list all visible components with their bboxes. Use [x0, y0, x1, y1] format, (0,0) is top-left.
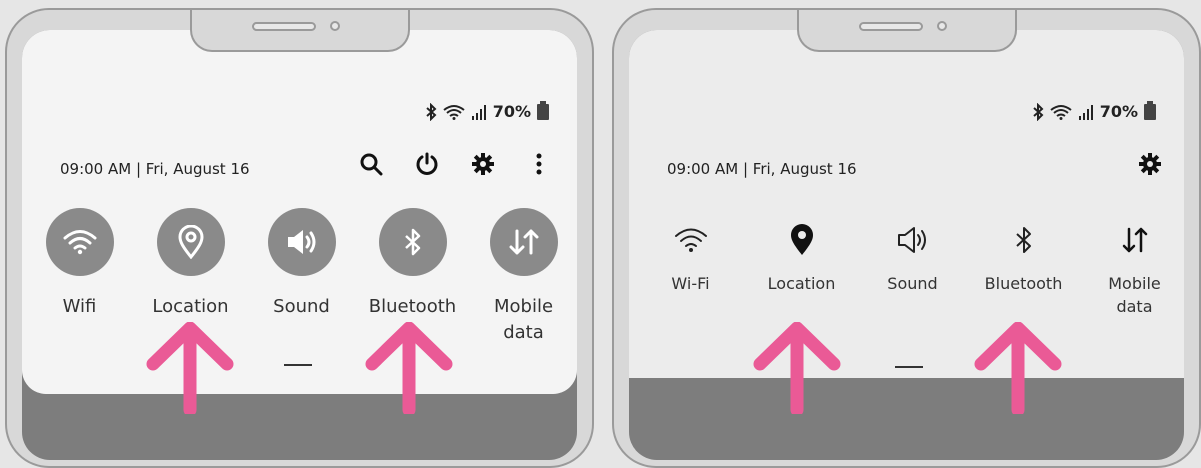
bluetooth-icon: [1032, 102, 1044, 121]
drag-handle[interactable]: [895, 366, 923, 368]
highlight-arrow-up-icon: [974, 322, 1062, 414]
tile-wifi[interactable]: Wi-Fi: [635, 220, 746, 318]
mobile-data-icon[interactable]: [1115, 220, 1155, 260]
tile-mobile-data[interactable]: Mobile data: [468, 208, 577, 346]
tile-label: Sound: [887, 274, 938, 293]
tile-wifi[interactable]: Wifi: [24, 208, 135, 346]
gear-icon[interactable]: [469, 150, 497, 178]
bluetooth-icon[interactable]: [1004, 220, 1044, 260]
wifi-icon: [443, 104, 465, 120]
more-vertical-icon[interactable]: [525, 150, 553, 178]
date-time: 09:00 AM | Fri, August 16: [60, 160, 250, 178]
status-bar: 70%: [1032, 100, 1156, 121]
camera-notch: [189, 10, 410, 52]
tile-label: Wi-Fi: [671, 274, 710, 293]
quick-settings-tiles: Wifi Location Sound Bluetooth Mobile dat…: [24, 208, 577, 346]
phone-frame-left: 70% 09:00 AM | Fri, August 16 Wifi Locat…: [5, 8, 594, 468]
signal-icon: [1078, 104, 1094, 120]
tile-mobile-data[interactable]: Mobile data: [1079, 220, 1184, 318]
speaker-grille: [251, 22, 316, 31]
bluetooth-icon: [425, 102, 437, 121]
tile-label: Location: [152, 296, 229, 317]
tile-location[interactable]: Location: [746, 220, 857, 318]
front-camera: [329, 21, 340, 31]
highlight-arrow-up-icon: [753, 322, 841, 414]
wifi-icon: [1050, 104, 1072, 120]
screen-left: 70% 09:00 AM | Fri, August 16 Wifi Locat…: [22, 30, 577, 460]
power-icon[interactable]: [413, 150, 441, 178]
front-camera: [936, 21, 947, 31]
screen-right: 70% 09:00 AM | Fri, August 16 Wi-Fi Loca…: [629, 30, 1184, 460]
gear-icon[interactable]: [1136, 150, 1164, 178]
tile-bluetooth[interactable]: Bluetooth: [968, 220, 1079, 318]
sound-icon[interactable]: [893, 220, 933, 260]
tile-label: Wifi: [62, 296, 97, 317]
sound-icon[interactable]: [267, 208, 336, 276]
tile-label: Mobile data: [1108, 274, 1161, 316]
signal-icon: [471, 104, 487, 120]
quick-settings-tiles: Wi-Fi Location Sound Bluetooth Mobile da…: [635, 220, 1184, 318]
phone-frame-right: 70% 09:00 AM | Fri, August 16 Wi-Fi Loca…: [612, 8, 1201, 468]
tile-label: Sound: [273, 296, 330, 317]
date-time: 09:00 AM | Fri, August 16: [667, 160, 857, 178]
highlight-arrow-up-icon: [365, 322, 453, 414]
bluetooth-icon[interactable]: [378, 208, 447, 276]
wifi-icon[interactable]: [671, 220, 711, 260]
tile-label: Mobile data: [493, 296, 554, 343]
tile-label: Location: [767, 274, 836, 293]
battery-percent: 70%: [1099, 102, 1138, 121]
highlight-arrow-up-icon: [146, 322, 234, 414]
battery-icon: [537, 100, 549, 120]
tile-sound[interactable]: Sound: [857, 220, 968, 318]
search-icon[interactable]: [357, 150, 385, 178]
wifi-icon[interactable]: [45, 208, 114, 276]
camera-notch: [796, 10, 1017, 52]
tile-label: Bluetooth: [984, 274, 1063, 293]
drag-handle[interactable]: [284, 364, 312, 366]
location-icon[interactable]: [156, 208, 225, 276]
mobile-data-icon[interactable]: [489, 208, 558, 276]
battery-icon: [1144, 100, 1156, 120]
panel-header-actions: [1136, 150, 1164, 178]
quick-panel-expanded: 70% 09:00 AM | Fri, August 16 Wifi Locat…: [22, 30, 577, 394]
tile-sound[interactable]: Sound: [246, 208, 357, 346]
location-icon[interactable]: [782, 220, 822, 260]
speaker-grille: [858, 22, 923, 31]
tile-label: Bluetooth: [368, 296, 457, 317]
battery-percent: 70%: [492, 102, 531, 121]
status-bar: 70%: [425, 100, 549, 121]
panel-header-actions: [357, 150, 553, 178]
quick-panel-compact: 70% 09:00 AM | Fri, August 16 Wi-Fi Loca…: [629, 30, 1184, 378]
